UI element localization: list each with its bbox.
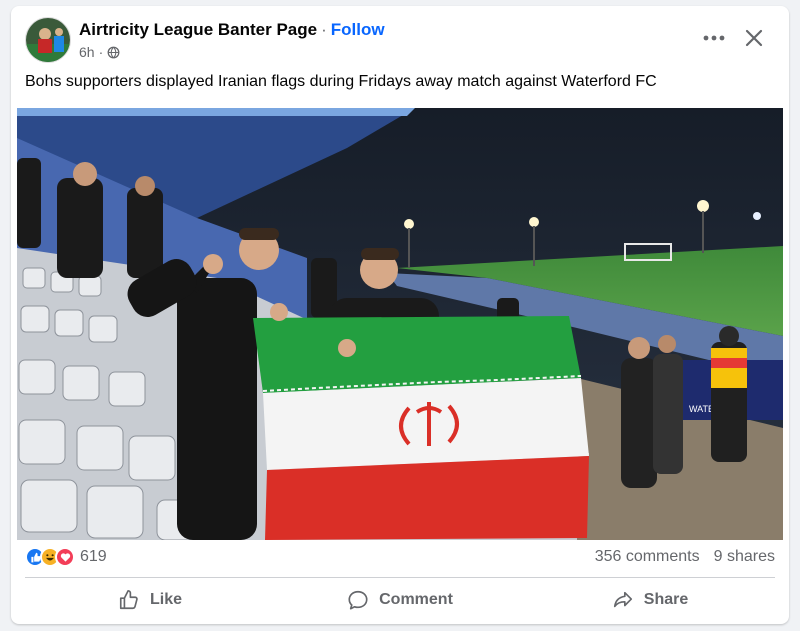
post-actions: Like Comment Share — [25, 582, 775, 618]
thumbs-up-icon — [119, 590, 138, 610]
share-label: Share — [643, 591, 689, 608]
close-icon — [745, 29, 763, 47]
post-time[interactable]: 6h — [79, 44, 95, 60]
post-meta: 6h · — [79, 44, 120, 60]
reaction-count: 619 — [80, 548, 107, 565]
page-avatar[interactable] — [25, 17, 71, 63]
shares-count-link[interactable]: 9 shares — [714, 548, 775, 566]
comment-label: Comment — [379, 591, 453, 608]
close-button[interactable] — [739, 23, 769, 53]
action-divider — [25, 577, 775, 578]
page-name-link[interactable]: Airtricity League Banter Page — [79, 20, 317, 39]
like-button[interactable]: Like — [25, 582, 275, 618]
more-options-button[interactable] — [699, 26, 729, 50]
globe-icon — [107, 46, 120, 58]
post-header-title: Airtricity League Banter Page · Follow — [79, 20, 385, 40]
meta-separator: · — [98, 44, 104, 60]
post-card: Airtricity League Banter Page · Follow 6h … — [11, 6, 789, 624]
share-button[interactable]: Share — [525, 582, 775, 618]
title-separator: · — [321, 20, 327, 39]
share-arrow-icon — [613, 591, 632, 608]
post-stats: 356 comments 9 shares — [595, 548, 775, 566]
more-dots-icon — [703, 35, 725, 41]
like-label: Like — [149, 591, 182, 608]
comment-button[interactable]: Comment — [275, 582, 525, 618]
comments-count-link[interactable]: 356 comments — [595, 548, 700, 566]
comment-bubble-icon — [348, 590, 368, 610]
post-caption: Bohs supporters displayed Iranian flags … — [25, 73, 657, 90]
reactions-summary[interactable]: 619 — [25, 547, 107, 567]
follow-button[interactable]: Follow — [331, 20, 385, 39]
love-icon — [55, 547, 75, 567]
post-photo[interactable]: WATERFORD — [17, 108, 783, 540]
